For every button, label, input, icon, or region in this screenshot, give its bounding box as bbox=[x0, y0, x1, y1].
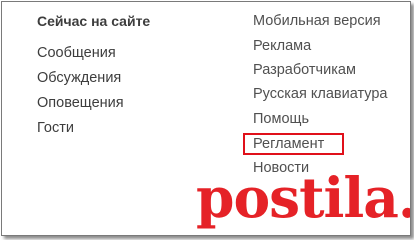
highlight-box bbox=[243, 133, 344, 155]
watermark-logo: postila.ru bbox=[196, 165, 410, 230]
link-mobile-version[interactable]: Мобильная версия bbox=[253, 13, 381, 29]
link-notifications[interactable]: Оповещения bbox=[37, 95, 124, 111]
online-section-heading: Сейчас на сайте bbox=[37, 13, 151, 29]
link-advertising[interactable]: Реклама bbox=[253, 38, 311, 54]
link-developers[interactable]: Разработчикам bbox=[253, 62, 356, 78]
link-messages[interactable]: Сообщения bbox=[37, 45, 116, 61]
link-help[interactable]: Помощь bbox=[253, 111, 309, 127]
link-discussions[interactable]: Обсуждения bbox=[37, 70, 121, 86]
link-guests[interactable]: Гости bbox=[37, 120, 74, 136]
footer-panel: Сейчас на сайте Сообщения Обсуждения Опо… bbox=[1, 1, 411, 236]
link-russian-keyboard[interactable]: Русская клавиатура bbox=[253, 86, 387, 102]
